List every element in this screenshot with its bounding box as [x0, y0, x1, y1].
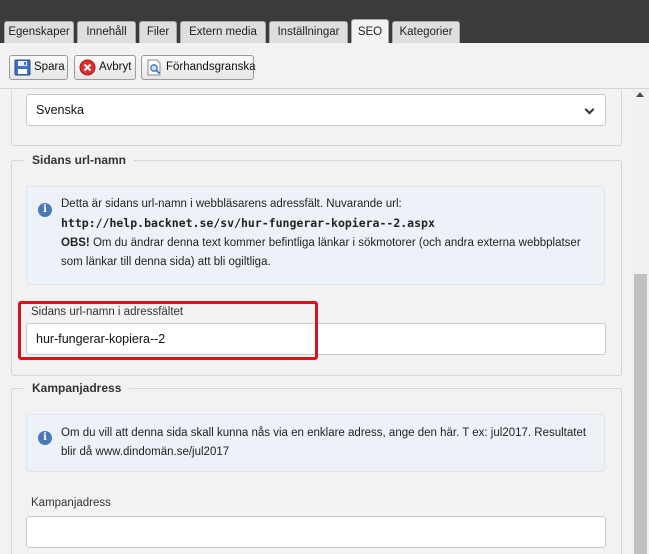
language-selected: Svenska: [36, 103, 84, 117]
tab-seo[interactable]: SEO: [351, 19, 389, 43]
campaign-info-text: Om du vill att denna sida skall kunna nå…: [61, 427, 587, 458]
highlight-box: [18, 301, 318, 360]
tab-bar: Egenskaper Innehåll Filer Extern media I…: [0, 0, 649, 43]
current-url: http://help.backnet.se/sv/hur-fungerar-k…: [61, 216, 435, 230]
tab-egenskaper[interactable]: Egenskaper: [4, 21, 74, 43]
info-icon: i: [38, 431, 52, 445]
preview-button[interactable]: Förhandsgranska: [141, 55, 256, 80]
chevron-down-icon: [584, 104, 595, 115]
save-label: Spara: [34, 61, 65, 73]
seo-form: Svenska Sidans url-namn i Detta är sidan…: [0, 90, 632, 554]
preview-icon: [147, 59, 161, 76]
info-icon: i: [38, 203, 52, 217]
vertical-scrollbar[interactable]: [632, 90, 649, 554]
campaign-legend: Kampanjadress: [24, 381, 130, 395]
tab-kategorier[interactable]: Kategorier: [392, 21, 460, 43]
url-info-text: Detta är sidans url-namn i webbläsarens …: [61, 198, 581, 268]
campaign-input[interactable]: [26, 516, 606, 548]
cancel-button[interactable]: Avbryt: [74, 55, 136, 80]
campaign-field-label: Kampanjadress: [31, 497, 111, 509]
tab-extern-media[interactable]: Extern media: [180, 21, 266, 43]
tab-innehall[interactable]: Innehåll: [77, 21, 136, 43]
url-info-box: i Detta är sidans url-namn i webbläsaren…: [26, 186, 605, 285]
cancel-label: Avbryt: [99, 61, 132, 73]
preview-label: Förhandsgranska: [166, 61, 256, 73]
language-panel: Svenska: [11, 90, 622, 146]
tab-installningar[interactable]: Inställningar: [269, 21, 348, 43]
scroll-up-icon[interactable]: [636, 92, 644, 97]
url-name-legend: Sidans url-namn: [24, 153, 135, 167]
toolbar: Spara Avbryt Förhandsgranska: [0, 43, 649, 89]
scroll-thumb[interactable]: [634, 274, 647, 554]
obs-label: OBS!: [61, 237, 90, 249]
save-icon: [14, 59, 31, 76]
language-select[interactable]: Svenska: [26, 94, 606, 126]
save-button[interactable]: Spara: [9, 55, 68, 80]
tab-filer[interactable]: Filer: [139, 21, 177, 43]
campaign-info-box: i Om du vill att denna sida skall kunna …: [26, 414, 605, 472]
cancel-icon: [79, 59, 96, 76]
